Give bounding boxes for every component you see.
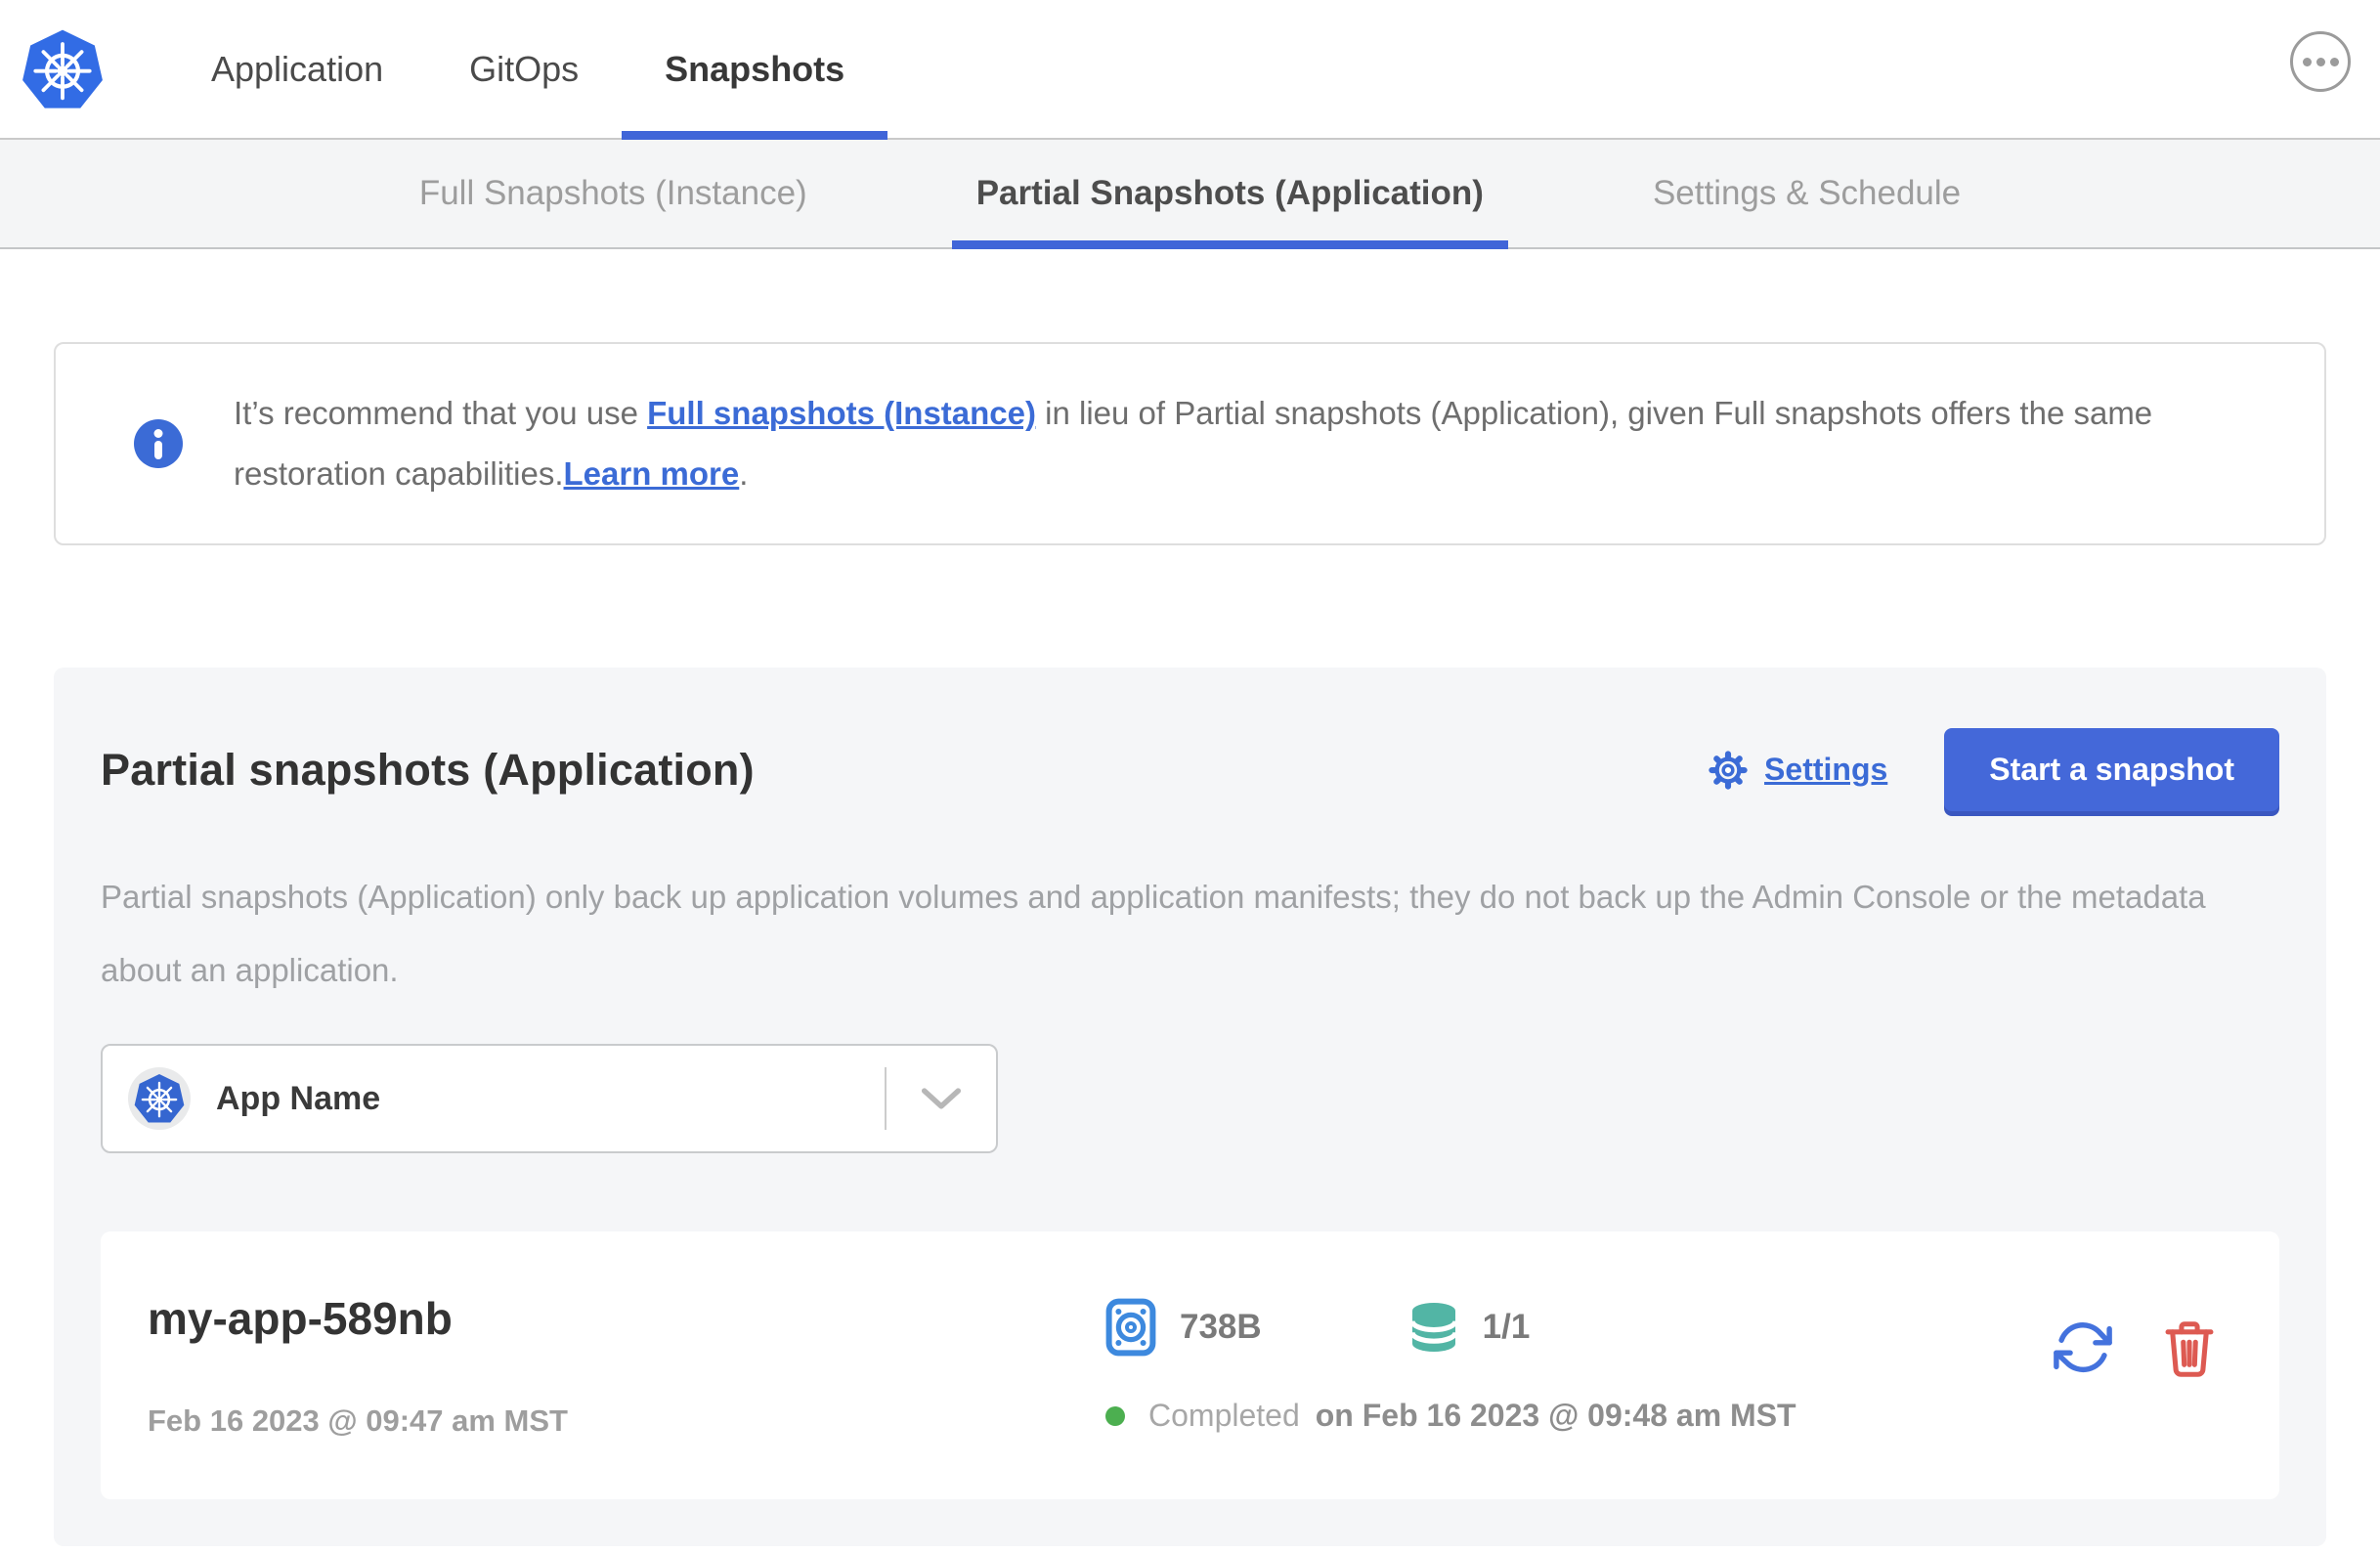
snapshot-info: my-app-589nb Feb 16 2023 @ 09:47 am MST	[148, 1292, 1105, 1439]
snapshot-status-row: Completed on Feb 16 2023 @ 09:48 am MST	[1105, 1398, 1796, 1434]
snapshot-metrics-row: 738B 1/1	[1105, 1298, 1796, 1357]
banner-text-before: It’s recommend that you use	[234, 395, 648, 431]
nav-tab-snapshots[interactable]: Snapshots	[622, 0, 888, 140]
ellipsis-icon	[2329, 57, 2339, 66]
kubernetes-app-icon	[128, 1067, 191, 1130]
delete-snapshot-button[interactable]	[2162, 1318, 2217, 1377]
snapshot-name: my-app-589nb	[148, 1293, 453, 1344]
snapshot-settings-link[interactable]: Settings	[1708, 750, 1887, 791]
ellipsis-icon	[2302, 57, 2312, 66]
restore-snapshot-button[interactable]	[2053, 1317, 2113, 1378]
snapshot-finished-timestamp: on Feb 16 2023 @ 09:48 am MST	[1315, 1398, 1796, 1433]
snapshots-subtabs: Full Snapshots (Instance) Partial Snapsh…	[0, 140, 2380, 249]
disk-usage-icon	[1105, 1298, 1156, 1357]
snapshot-size-value: 738B	[1180, 1308, 1262, 1346]
info-banner: It’s recommend that you use Full snapsho…	[54, 342, 2326, 545]
info-icon	[134, 419, 183, 468]
panel-title: Partial snapshots (Application)	[101, 744, 755, 795]
app-name-select[interactable]: App Name	[101, 1044, 998, 1153]
snapshot-started-timestamp: Feb 16 2023 @ 09:47 am MST	[148, 1403, 568, 1438]
banner-text: It’s recommend that you use Full snapsho…	[234, 383, 2246, 504]
snapshot-actions	[2053, 1317, 2217, 1378]
snapshot-volumes-stat: 1/1	[1408, 1300, 1531, 1355]
tab-settings-schedule[interactable]: Settings & Schedule	[1628, 140, 1985, 247]
trash-icon	[2165, 1321, 2214, 1377]
ellipsis-icon	[2315, 57, 2325, 66]
gear-icon	[1709, 750, 1748, 790]
primary-nav: Application GitOps Snapshots	[168, 0, 888, 140]
snapshot-size-stat: 738B	[1105, 1298, 1262, 1357]
chevron-down-icon[interactable]	[920, 1086, 963, 1111]
partial-snapshots-panel: Partial snapshots (Application) Settings…	[54, 668, 2326, 1546]
panel-header: Partial snapshots (Application) Settings…	[101, 728, 2279, 811]
restore-icon	[2054, 1322, 2112, 1372]
top-header: Application GitOps Snapshots	[0, 0, 2380, 140]
learn-more-link[interactable]: Learn more	[564, 455, 740, 492]
nav-tab-gitops[interactable]: GitOps	[426, 0, 622, 138]
snapshot-volumes-value: 1/1	[1482, 1308, 1531, 1346]
snapshot-row: my-app-589nb Feb 16 2023 @ 09:47 am MST …	[101, 1231, 2279, 1499]
app-name-selected-value: App Name	[216, 1079, 381, 1117]
snapshot-status: Completed	[1148, 1398, 1300, 1433]
more-menu-button[interactable]	[2290, 31, 2351, 92]
settings-link-label: Settings	[1764, 752, 1888, 787]
panel-description: Partial snapshots (Application) only bac…	[101, 879, 2206, 988]
start-snapshot-button[interactable]: Start a snapshot	[1944, 728, 2279, 811]
banner-text-after: .	[739, 455, 749, 492]
nav-tab-application[interactable]: Application	[168, 0, 426, 138]
full-snapshots-instance-link[interactable]: Full snapshots (Instance)	[647, 395, 1036, 431]
tab-partial-snapshots-application[interactable]: Partial Snapshots (Application)	[951, 140, 1509, 249]
snapshot-stats: 738B 1/1 Completed on Feb 16 2023 @ 09:4…	[1105, 1292, 1796, 1439]
select-divider	[885, 1067, 887, 1130]
tab-full-snapshots-instance[interactable]: Full Snapshots (Instance)	[395, 140, 832, 247]
status-dot-icon	[1105, 1405, 1125, 1426]
kubernetes-logo-icon	[22, 29, 103, 108]
volumes-icon	[1409, 1303, 1458, 1352]
